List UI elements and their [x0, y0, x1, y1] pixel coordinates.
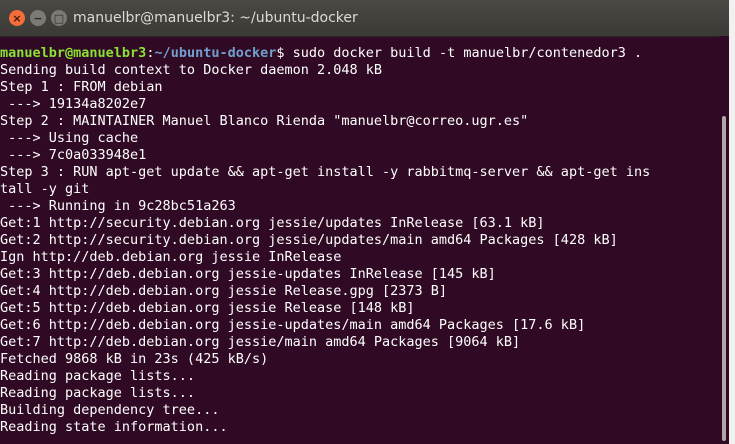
- output-line: Get:7 http://deb.debian.org jessie/main …: [0, 334, 521, 350]
- background-window-edge: [729, 0, 735, 444]
- output-line: ---> Using cache: [0, 130, 139, 146]
- output-line: Building dependency tree...: [0, 402, 220, 418]
- output-line: ---> Running in 9c28bc51a263: [0, 198, 236, 214]
- output-line: Fetched 9868 kB in 23s (425 kB/s): [0, 351, 269, 367]
- output-line: Get:2 http://security.debian.org jessie/…: [0, 232, 618, 248]
- minimize-icon: −: [33, 11, 43, 25]
- output-line: Step 3 : RUN apt-get update && apt-get i…: [0, 164, 651, 180]
- prompt-dollar: $: [276, 45, 285, 61]
- maximize-button[interactable]: □: [51, 10, 67, 26]
- output-line: tall -y git: [0, 181, 90, 197]
- output-line: Step 1 : FROM debian: [0, 79, 163, 95]
- output-line: Get:3 http://deb.debian.org jessie-updat…: [0, 266, 496, 282]
- title-bar[interactable]: × − □ manuelbr@manuelbr3: ~/ubuntu-docke…: [0, 0, 729, 37]
- output-line: Get:4 http://deb.debian.org jessie Relea…: [0, 283, 448, 299]
- close-icon: ×: [12, 11, 22, 25]
- terminal-window[interactable]: × − □ manuelbr@manuelbr3: ~/ubuntu-docke…: [0, 0, 729, 444]
- output-line: Reading package lists...: [0, 385, 196, 401]
- output-line: Ign http://deb.debian.org jessie InRelea…: [0, 249, 342, 265]
- window-title: manuelbr@manuelbr3: ~/ubuntu-docker: [73, 10, 358, 26]
- prompt-line: manuelbr@manuelbr3:~/ubuntu-docker$ sudo…: [0, 45, 719, 62]
- output-line: Get:5 http://deb.debian.org jessie Relea…: [0, 300, 415, 316]
- prompt-user-host: manuelbr@manuelbr3: [0, 45, 147, 61]
- output-line: Get:6 http://deb.debian.org jessie-updat…: [0, 317, 586, 333]
- output-line: Step 2 : MAINTAINER Manuel Blanco Rienda…: [0, 113, 529, 129]
- prompt-command: sudo docker build -t manuelbr/contenedor…: [284, 45, 643, 61]
- scrollbar-thumb[interactable]: [722, 116, 726, 441]
- output-line: Get:1 http://security.debian.org jessie/…: [0, 215, 545, 231]
- terminal-output[interactable]: manuelbr@manuelbr3:~/ubuntu-docker$ sudo…: [0, 36, 719, 444]
- maximize-icon: □: [53, 11, 65, 25]
- minimize-button[interactable]: −: [30, 10, 46, 26]
- output-line: Reading state information...: [0, 419, 228, 435]
- output-line: ---> 7c0a033948e1: [0, 147, 147, 163]
- output-line: Reading package lists...: [0, 368, 196, 384]
- close-button[interactable]: ×: [9, 10, 25, 26]
- scrollbar[interactable]: [719, 36, 729, 444]
- output-line: ---> 19134a8202e7: [0, 96, 147, 112]
- output-line: Sending build context to Docker daemon 2…: [0, 62, 383, 78]
- prompt-path: ~/ubuntu-docker: [154, 45, 277, 61]
